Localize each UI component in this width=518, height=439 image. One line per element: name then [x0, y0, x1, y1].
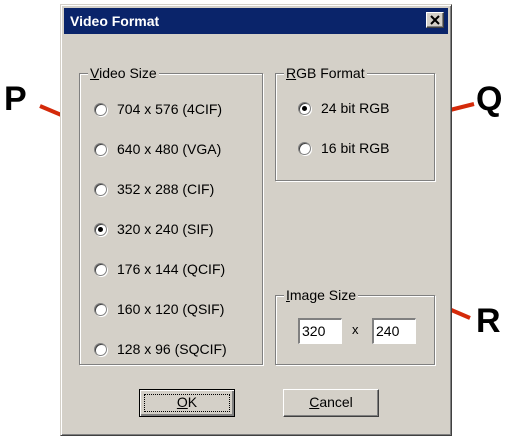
video-size-group: Video Size 704 x 576 (4CIF) 640 x 480 (V… — [79, 65, 263, 365]
radio-176x144[interactable]: 176 x 144 (QCIF) — [94, 260, 225, 278]
callout-p: P — [4, 80, 27, 118]
radio-label: 176 x 144 (QCIF) — [117, 261, 226, 277]
times-label: x — [352, 322, 359, 337]
radio-704x576[interactable]: 704 x 576 (4CIF) — [94, 100, 222, 118]
video-size-label: Video Size — [88, 65, 159, 81]
radio-160x120[interactable]: 160 x 120 (QSIF) — [94, 300, 224, 318]
radio-button[interactable] — [94, 142, 107, 156]
radio-label: 24 bit RGB — [321, 100, 390, 116]
radio-label: 16 bit RGB — [321, 140, 390, 156]
radio-128x96[interactable]: 128 x 96 (SQCIF) — [94, 340, 227, 358]
radio-352x288[interactable]: 352 x 288 (CIF) — [94, 180, 214, 198]
focus-rect — [144, 394, 230, 412]
radio-button-selected[interactable] — [94, 222, 107, 236]
close-icon — [430, 15, 440, 25]
radio-label: 128 x 96 (SQCIF) — [117, 341, 227, 357]
radio-24bit-rgb[interactable]: 24 bit RGB — [298, 99, 389, 117]
radio-320x240[interactable]: 320 x 240 (SIF) — [94, 220, 214, 238]
cancel-button[interactable]: Cancel — [283, 389, 379, 417]
radio-button-selected[interactable] — [298, 101, 311, 115]
radio-button[interactable] — [94, 302, 107, 316]
rgb-format-group: RGB Format 24 bit RGB 16 bit RGB — [275, 65, 435, 181]
radio-button[interactable] — [94, 182, 107, 196]
radio-button[interactable] — [94, 342, 107, 356]
radio-label: 352 x 288 (CIF) — [117, 181, 215, 197]
image-size-label: Image Size — [284, 287, 359, 303]
ok-button[interactable]: OK — [139, 389, 235, 417]
image-height-input[interactable]: 240 — [372, 318, 416, 344]
title-bar[interactable]: Video Format — [64, 8, 448, 34]
radio-button[interactable] — [298, 141, 311, 155]
radio-label: 160 x 120 (QSIF) — [117, 301, 225, 317]
radio-label: 640 x 480 (VGA) — [117, 141, 222, 157]
video-format-dialog: Video Format Video Size 704 x 576 (4CIF)… — [60, 4, 452, 436]
radio-label: 320 x 240 (SIF) — [117, 221, 214, 237]
radio-button[interactable] — [94, 262, 107, 276]
radio-16bit-rgb[interactable]: 16 bit RGB — [298, 139, 389, 157]
rgb-format-label: RGB Format — [284, 65, 367, 81]
image-width-input[interactable]: 320 — [298, 318, 342, 344]
radio-640x480[interactable]: 640 x 480 (VGA) — [94, 140, 221, 158]
callout-r: R — [476, 302, 501, 340]
close-button[interactable] — [426, 12, 444, 28]
callout-q: Q — [476, 80, 503, 118]
dialog-title: Video Format — [70, 13, 160, 29]
radio-label: 704 x 576 (4CIF) — [117, 101, 223, 117]
radio-button[interactable] — [94, 102, 107, 116]
image-size-group: Image Size 320 x 240 — [275, 287, 435, 365]
